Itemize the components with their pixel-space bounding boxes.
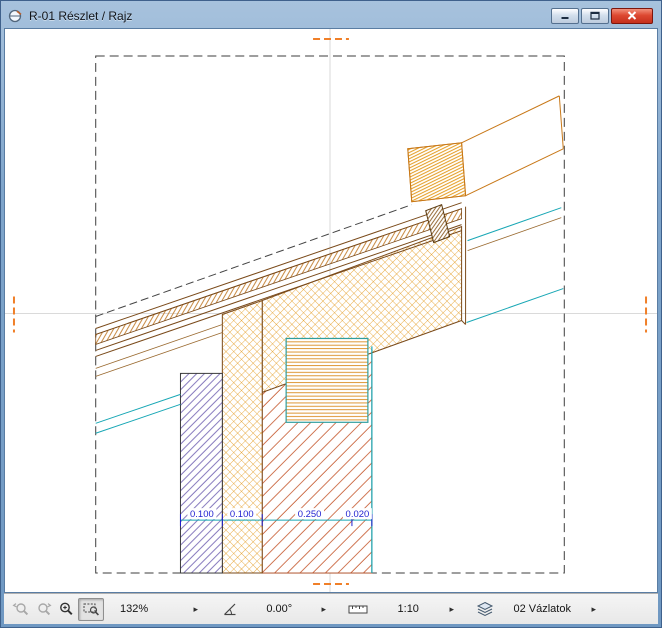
rotation-value: 0.00° [266,603,293,615]
dimension-label: 0.020 [346,509,370,520]
layer-value: 02 Vázlatok [513,603,571,615]
minimize-button[interactable] [551,7,579,24]
lintel-beam [285,337,369,423]
detail-drawing: 0.100 0.100 0.250 0.020 [5,29,657,592]
ruler-icon [348,602,368,616]
layer-control[interactable]: 02 Vázlatok ▸ [472,597,600,621]
window-title: R-01 Részlet / Rajz [29,8,133,23]
layers-icon [476,601,494,617]
zoom-level-value: 132% [120,603,149,615]
column-section [179,372,223,574]
dimension-label: 0.100 [190,509,214,520]
reference-lines-right [466,207,564,323]
scale-value: 1:10 [397,603,419,615]
zoom-next-button[interactable] [32,598,55,621]
titlebar[interactable]: R-01 Részlet / Rajz [4,3,658,28]
dimension-label: 0.250 [298,509,322,520]
close-button[interactable] [611,7,653,24]
zoom-previous-button[interactable] [9,598,32,621]
drawing-canvas[interactable]: 0.100 0.100 0.250 0.020 [4,28,658,593]
wall-core-insulation [221,299,263,574]
flue-duct [407,95,564,203]
statusbar: 132% ▸ 0.00° ▸ 1:10 ▸ 02 Vázlatok ▸ [4,593,658,624]
rotation-control[interactable]: 0.00° ▸ [218,597,330,621]
dimension-label: 0.100 [230,509,254,520]
expand-arrow-icon: ▸ [193,603,198,614]
expand-arrow-icon: ▸ [591,603,596,614]
expand-arrow-icon: ▸ [321,603,326,614]
zoom-box-button[interactable] [78,597,104,621]
zoom-in-button[interactable] [55,598,78,621]
angle-icon [222,601,238,617]
scale-control[interactable]: 1:10 ▸ [344,597,458,621]
window-controls [551,7,655,24]
rafter-section [425,204,451,244]
maximize-button[interactable] [581,7,609,24]
zoom-level-control[interactable]: 132% ▸ [116,597,202,621]
detail-marker-icon [7,8,23,24]
expand-arrow-icon: ▸ [449,603,454,614]
detail-drawing-window: R-01 Részlet / Rajz 0.100 0.100 0.250 0.… [0,0,662,628]
